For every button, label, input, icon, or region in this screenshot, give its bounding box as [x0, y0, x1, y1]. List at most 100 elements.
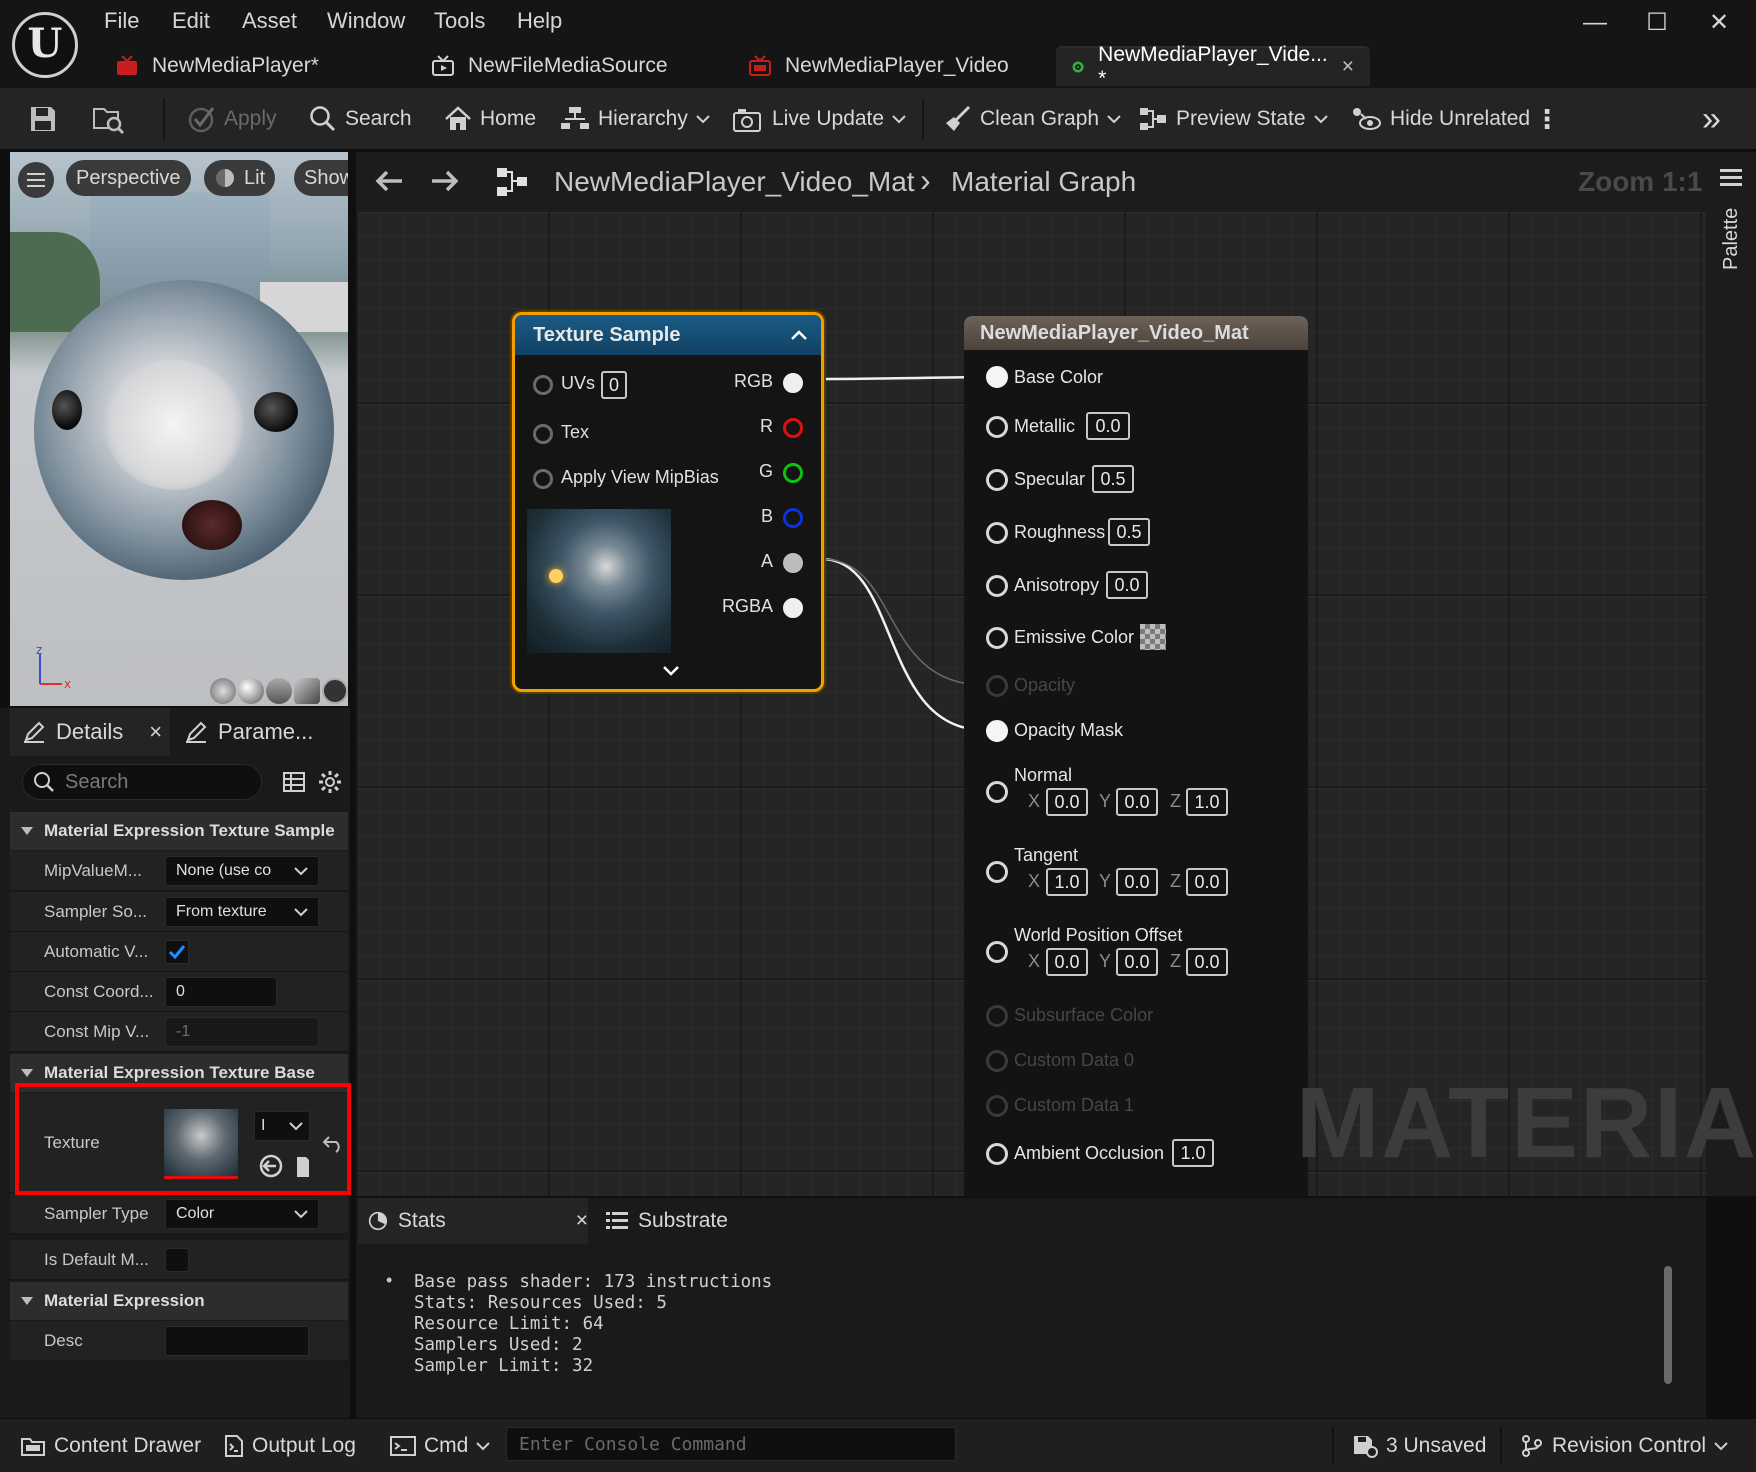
- stats-scrollbar[interactable]: [1664, 1266, 1672, 1384]
- clean-graph-dropdown[interactable]: Clean Graph: [942, 88, 1121, 150]
- input-pin-ambient-occlusion[interactable]: [986, 1143, 1008, 1165]
- output-pin-r[interactable]: [783, 418, 803, 438]
- metallic-value-input[interactable]: 0.0: [1086, 412, 1130, 440]
- material-result-node[interactable]: NewMediaPlayer_Video_Mat Base Color Meta…: [964, 316, 1308, 1196]
- property-matrix-icon[interactable]: [282, 770, 306, 794]
- input-pin-metallic[interactable]: [986, 416, 1008, 438]
- wpo-z-input[interactable]: 0.0: [1186, 948, 1228, 976]
- texture-sample-node-header[interactable]: Texture Sample: [515, 315, 821, 355]
- browse-button[interactable]: [92, 88, 126, 150]
- tangent-z-input[interactable]: 0.0: [1186, 868, 1228, 896]
- texture-sample-node[interactable]: Texture Sample UVs 0 Tex Apply View MipB…: [512, 312, 824, 692]
- menu-window[interactable]: Window: [327, 8, 405, 34]
- preview-state-dropdown[interactable]: Preview State: [1138, 88, 1328, 150]
- normal-z-input[interactable]: 1.0: [1186, 788, 1228, 816]
- uvs-value-input[interactable]: 0: [601, 371, 627, 399]
- input-pin-tangent[interactable]: [986, 861, 1008, 883]
- details-search-input[interactable]: Search: [22, 764, 262, 800]
- unsaved-button[interactable]: 3 Unsaved: [1352, 1419, 1486, 1472]
- input-pin-opacity-mask[interactable]: [986, 720, 1008, 742]
- content-drawer-button[interactable]: Content Drawer: [20, 1419, 201, 1472]
- output-log-button[interactable]: Output Log: [224, 1419, 356, 1472]
- sampler-type-dropdown[interactable]: Color: [165, 1199, 319, 1229]
- tab-new-media-player-video-mat[interactable]: NewMediaPlayer_Vide... * ×: [1056, 43, 1370, 90]
- input-pin-base-color[interactable]: [986, 366, 1008, 388]
- output-pin-g[interactable]: [783, 463, 803, 483]
- menu-edit[interactable]: Edit: [172, 8, 210, 34]
- is-default-meshpaint-checkbox[interactable]: [165, 1248, 189, 1272]
- close-button[interactable]: ✕: [1694, 6, 1744, 40]
- teapot-preview-icon[interactable]: [322, 678, 348, 704]
- tangent-y-input[interactable]: 0.0: [1116, 868, 1158, 896]
- forward-arrow-icon[interactable]: [430, 168, 460, 194]
- menu-asset[interactable]: Asset: [242, 8, 297, 34]
- live-update-dropdown[interactable]: Live Update: [732, 88, 906, 150]
- hide-unrelated-button[interactable]: Hide Unrelated: [1350, 88, 1530, 150]
- tab-close-icon[interactable]: ×: [1342, 55, 1354, 79]
- apply-button[interactable]: Apply: [186, 88, 277, 150]
- palette-tab[interactable]: Palette: [1720, 208, 1743, 270]
- expand-chevron-down-icon[interactable]: [663, 665, 679, 677]
- perspective-button[interactable]: Perspective: [66, 160, 191, 196]
- menu-tools[interactable]: Tools: [434, 8, 485, 34]
- input-pin-emissive-color[interactable]: [986, 627, 1008, 649]
- input-pin-custom-data-0[interactable]: [986, 1050, 1008, 1072]
- settings-gear-icon[interactable]: [318, 770, 342, 794]
- tab-substrate[interactable]: Substrate: [596, 1198, 728, 1244]
- desc-input[interactable]: [165, 1326, 309, 1356]
- output-pin-a[interactable]: [783, 553, 803, 573]
- plane-preview-icon[interactable]: [266, 678, 292, 704]
- category-texture-sample[interactable]: Material Expression Texture Sample: [10, 812, 348, 850]
- toolbar-more-icon[interactable]: ⋮: [1534, 88, 1560, 150]
- menu-help[interactable]: Help: [517, 8, 562, 34]
- tab-stats[interactable]: Stats ×: [358, 1198, 588, 1244]
- tab-new-file-media-source[interactable]: NewFileMediaSource: [416, 46, 684, 86]
- revision-control-dropdown[interactable]: Revision Control: [1520, 1419, 1728, 1472]
- show-button[interactable]: Show: [294, 160, 348, 196]
- output-pin-rgba[interactable]: [783, 598, 803, 618]
- tangent-x-input[interactable]: 1.0: [1046, 868, 1088, 896]
- const-mip-value-input[interactable]: -1: [165, 1017, 319, 1047]
- input-pin-apply-view-mipbias[interactable]: [533, 469, 553, 489]
- normal-y-input[interactable]: 0.0: [1116, 788, 1158, 816]
- const-coordinate-input[interactable]: 0: [165, 977, 277, 1007]
- input-pin-specular[interactable]: [986, 469, 1008, 491]
- collapse-chevron-up-icon[interactable]: [791, 329, 807, 341]
- breadcrumb-graph[interactable]: Material Graph: [951, 166, 1136, 198]
- automatic-view-mip-bias-checkbox[interactable]: [165, 940, 189, 964]
- tab-new-media-player[interactable]: NewMediaPlayer*: [100, 46, 335, 86]
- cmd-dropdown[interactable]: Cmd: [390, 1419, 491, 1472]
- material-preview-viewport[interactable]: Perspective Lit Show zx: [10, 152, 348, 706]
- normal-x-input[interactable]: 0.0: [1046, 788, 1088, 816]
- viewport-options-button[interactable]: [18, 162, 54, 198]
- input-pin-opacity[interactable]: [986, 675, 1008, 697]
- material-node-header[interactable]: NewMediaPlayer_Video_Mat: [964, 316, 1308, 350]
- palette-list-icon[interactable]: [1720, 168, 1742, 188]
- tab-parameters[interactable]: Parame...: [172, 708, 348, 756]
- tab-details[interactable]: Details ×: [10, 708, 170, 756]
- input-pin-custom-data-1[interactable]: [986, 1095, 1008, 1117]
- input-pin-subsurface-color[interactable]: [986, 1005, 1008, 1027]
- input-pin-uvs[interactable]: [533, 375, 553, 395]
- breadcrumb-asset[interactable]: NewMediaPlayer_Video_Mat: [554, 166, 915, 198]
- save-button[interactable]: [28, 88, 58, 150]
- sampler-source-dropdown[interactable]: From texture: [165, 897, 319, 927]
- output-pin-b[interactable]: [783, 508, 803, 528]
- tab-stats-close-icon[interactable]: ×: [576, 1209, 588, 1233]
- output-pin-rgb[interactable]: [783, 373, 803, 393]
- tab-new-media-player-video[interactable]: NewMediaPlayer_Video: [733, 46, 1025, 86]
- lit-button[interactable]: Lit: [204, 160, 276, 196]
- input-pin-anisotropy[interactable]: [986, 575, 1008, 597]
- back-arrow-icon[interactable]: [374, 168, 404, 194]
- minimize-button[interactable]: —: [1570, 6, 1620, 40]
- mip-value-mode-dropdown[interactable]: None (use co: [165, 856, 319, 886]
- hierarchy-dropdown[interactable]: Hierarchy: [560, 88, 710, 150]
- cylinder-preview-icon[interactable]: [210, 678, 236, 704]
- emissive-color-swatch[interactable]: [1140, 624, 1166, 650]
- cube-preview-icon[interactable]: [294, 678, 320, 704]
- toolbar-expand-icon[interactable]: »: [1702, 88, 1721, 150]
- maximize-button[interactable]: ☐: [1632, 6, 1682, 40]
- menu-file[interactable]: File: [104, 8, 139, 34]
- roughness-value-input[interactable]: 0.5: [1108, 518, 1150, 546]
- category-material-expression[interactable]: Material Expression: [10, 1282, 348, 1320]
